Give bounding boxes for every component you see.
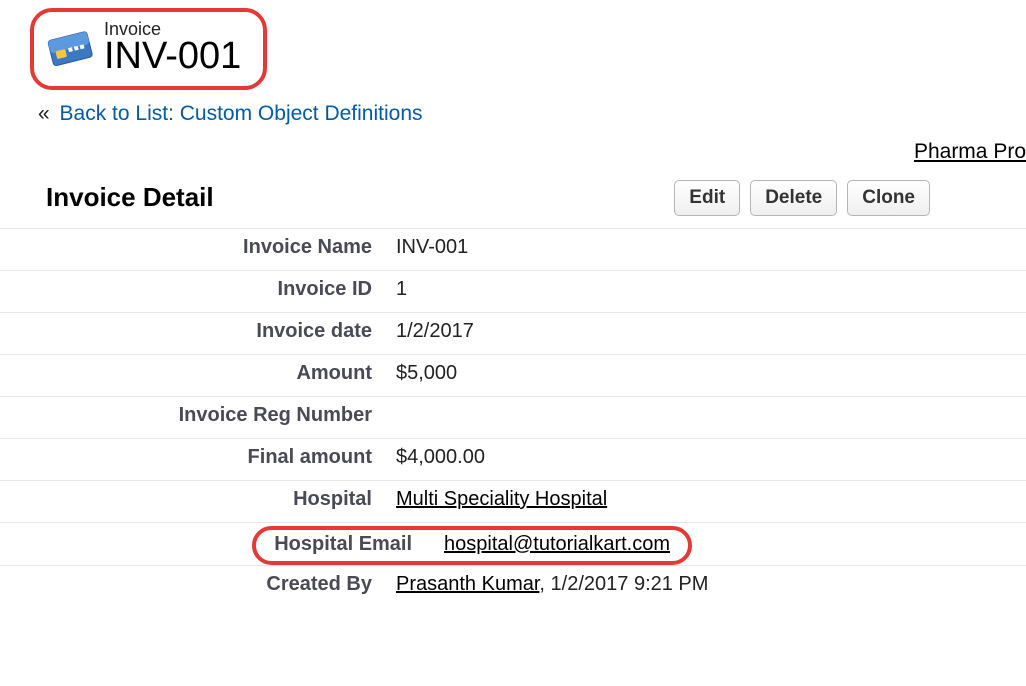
edit-button[interactable]: Edit	[674, 180, 740, 216]
record-header: Invoice INV-001	[30, 8, 1026, 90]
field-label: Invoice Name	[0, 235, 392, 259]
record-name: INV-001	[104, 36, 241, 78]
invoice-card-icon	[44, 26, 94, 70]
field-row-reg-number: Invoice Reg Number	[0, 396, 1026, 438]
field-row-invoice-name: Invoice Name INV-001	[0, 228, 1026, 270]
field-row-amount: Amount $5,000	[0, 354, 1026, 396]
hospital-email-link[interactable]: hospital@tutorialkart.com	[444, 533, 670, 555]
created-by-user-link[interactable]: Prasanth Kumar	[396, 573, 539, 595]
clone-button[interactable]: Clone	[847, 180, 930, 216]
field-value: Multi Speciality Hospital	[392, 487, 1026, 511]
back-guillemets: «	[38, 102, 50, 125]
field-row-final-amount: Final amount $4,000.00	[0, 438, 1026, 480]
field-row-created-by: Created By Prasanth Kumar, 1/2/2017 9:21…	[0, 565, 1026, 607]
field-value: INV-001	[392, 235, 1026, 259]
field-value: 1/2/2017	[392, 319, 1026, 343]
created-by-timestamp: , 1/2/2017 9:21 PM	[539, 573, 708, 595]
header-highlight-box: Invoice INV-001	[30, 8, 267, 90]
field-value: Prasanth Kumar, 1/2/2017 9:21 PM	[392, 572, 1026, 596]
field-value: $4,000.00	[392, 445, 1026, 469]
field-label: Invoice Reg Number	[0, 403, 392, 427]
field-label: Created By	[0, 572, 392, 596]
field-row-invoice-id: Invoice ID 1	[0, 270, 1026, 312]
hospital-email-highlight: Hospital Email hospital@tutorialkart.com	[252, 526, 692, 565]
hospital-link[interactable]: Multi Speciality Hospital	[396, 488, 607, 510]
action-button-group: Edit Delete Clone	[674, 180, 930, 216]
field-row-hospital: Hospital Multi Speciality Hospital	[0, 480, 1026, 522]
field-label: Invoice ID	[0, 277, 392, 301]
field-label: Hospital	[0, 487, 392, 511]
detail-table: Invoice Name INV-001 Invoice ID 1 Invoic…	[0, 228, 1026, 607]
section-title: Invoice Detail	[46, 182, 214, 213]
field-value: hospital@tutorialkart.com	[444, 533, 670, 556]
field-label: Hospital Email	[274, 533, 412, 556]
field-label: Amount	[0, 361, 392, 385]
field-value: 1	[392, 277, 1026, 301]
field-label: Final amount	[0, 445, 392, 469]
back-to-list-link[interactable]: Back to List: Custom Object Definitions	[60, 102, 423, 125]
pharma-pro-link[interactable]: Pharma Pro	[914, 140, 1026, 163]
delete-button[interactable]: Delete	[750, 180, 837, 216]
field-label: Invoice date	[0, 319, 392, 343]
field-value: $5,000	[392, 361, 1026, 385]
field-row-invoice-date: Invoice date 1/2/2017	[0, 312, 1026, 354]
field-row-hospital-email: Hospital Email hospital@tutorialkart.com	[0, 522, 1026, 565]
